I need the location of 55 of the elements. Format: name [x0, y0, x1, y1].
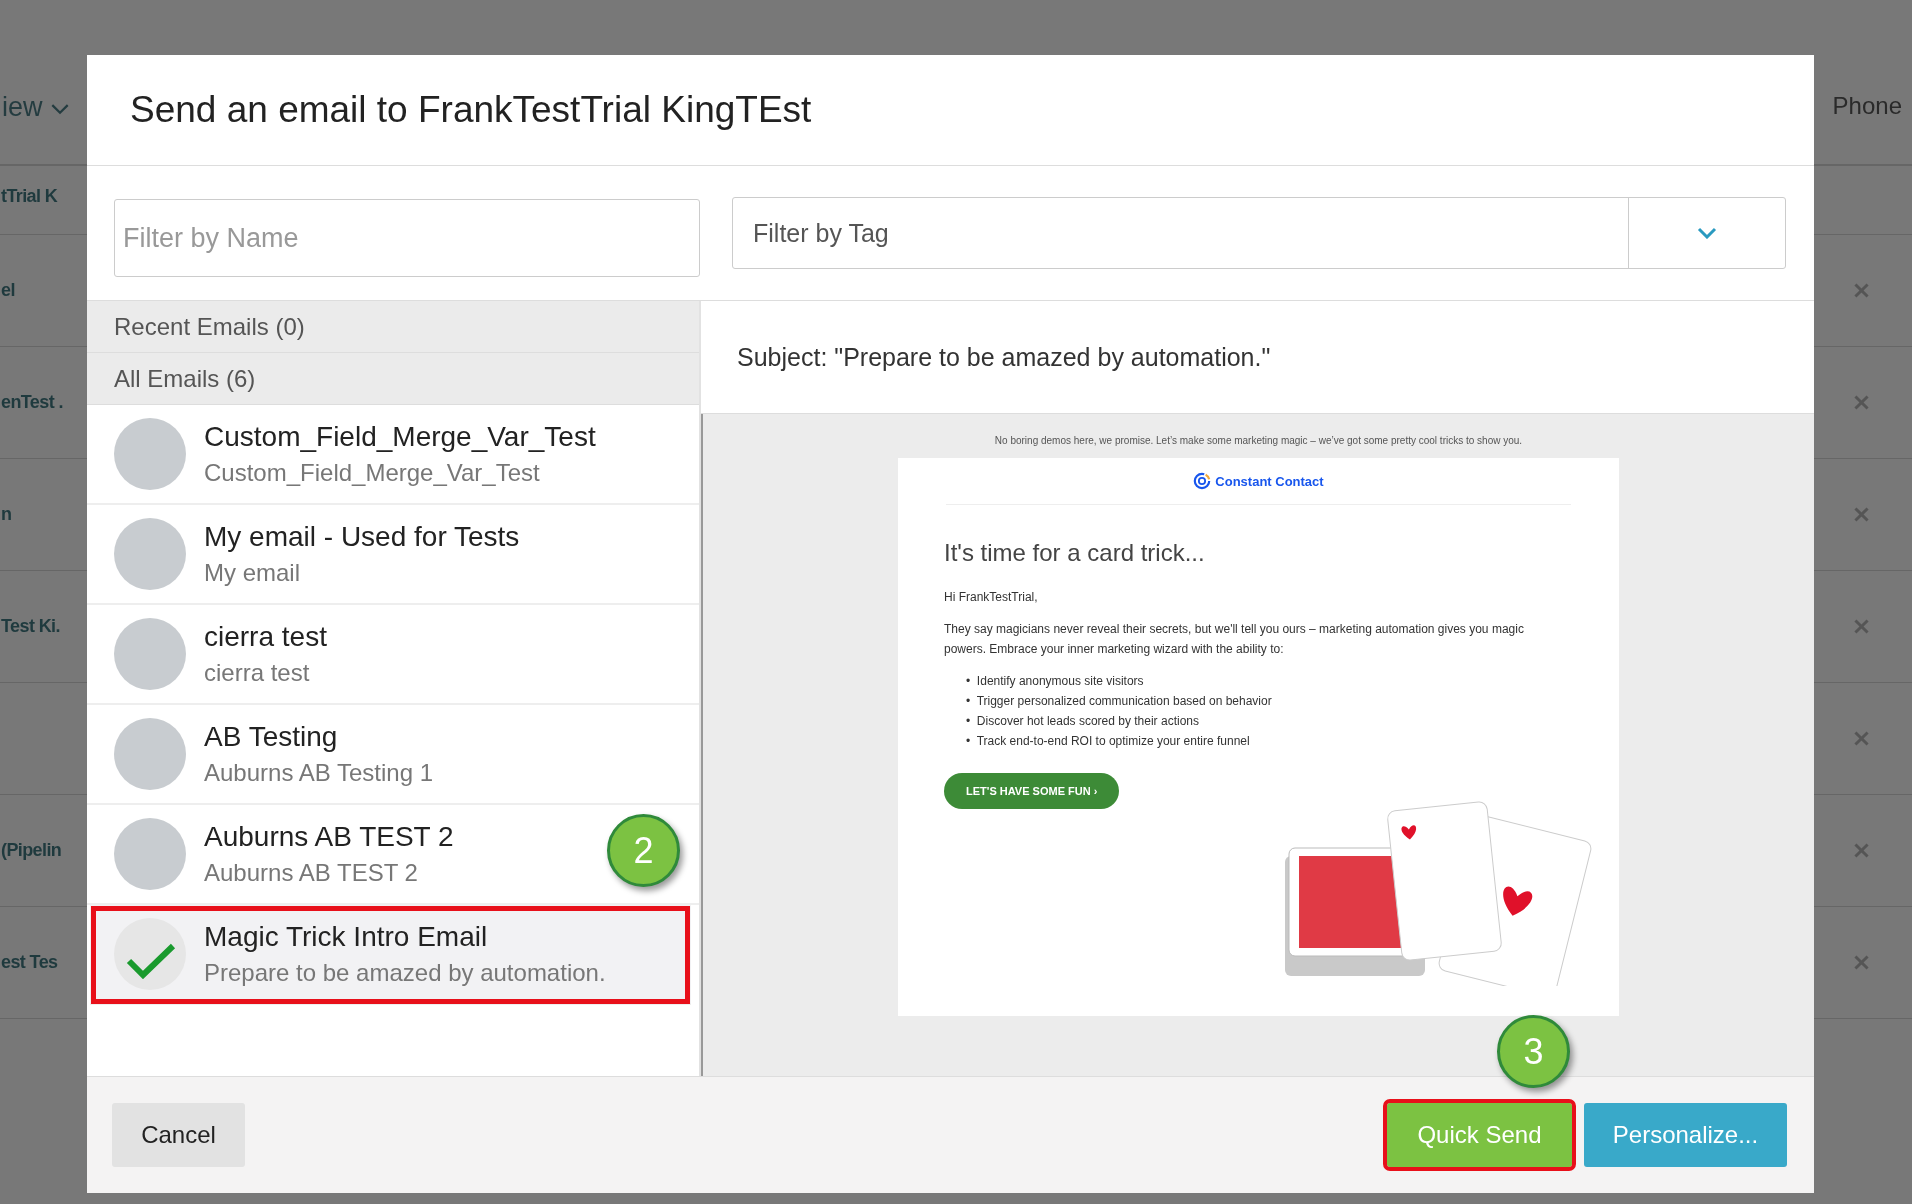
bullet-item: • Trigger personalized communication based on behavior — [966, 693, 1272, 710]
column-header: Phone — [1832, 92, 1902, 120]
step-badge: 2 — [607, 814, 680, 887]
section-header[interactable]: All Emails (6) — [87, 353, 699, 405]
email-subtitle: Custom_Field_Merge_Var_Test — [204, 459, 541, 487]
close-icon[interactable] — [1853, 282, 1870, 299]
close-icon[interactable] — [1853, 954, 1870, 971]
chevron-icon — [50, 104, 69, 115]
contact-name: enTest . — [1, 392, 63, 413]
tag-filter-dropdown[interactable]: Filter by Tag — [732, 197, 1786, 269]
body-text: They say magicians never reveal their secrets, but we'll tell you ours – marketing automation gives you magic powers. Embrace your inner marketing wizard with the ability to: — [944, 621, 1525, 658]
section-header[interactable]: Recent Emails (0) — [87, 301, 699, 353]
email-title: Magic Trick Intro Email — [204, 921, 489, 953]
preheader-text: No boring demos here, we promise. Let’s make some marketing magic – we’ve got some pretty cool tricks to show you. — [994, 435, 1523, 446]
chevron-icon — [1697, 227, 1717, 239]
email-title: My email - Used for Tests — [204, 521, 520, 553]
brand-name: Constant Contact — [1215, 473, 1324, 489]
contact-name: n — [1, 504, 12, 525]
email-subtitle: Auburns AB Testing 1 — [204, 759, 434, 787]
bullet-item: • Track end-to-end ROI to optimize your entire funnel — [966, 733, 1251, 750]
cancel-button[interactable]: Cancel — [112, 1103, 245, 1167]
column-header: iew — [2, 92, 43, 123]
email-item[interactable]: Custom_Field_Merge_Var_Test Custom_Field_Merge_Var_Test — [87, 405, 699, 505]
email-item[interactable]: My email - Used for Tests My email — [87, 505, 699, 605]
email-item[interactable]: AB Testing Auburns AB Testing 1 — [87, 705, 699, 805]
contact-name: tTrial K — [1, 186, 58, 207]
greeting-text: Hi FrankTestTrial, — [944, 589, 1038, 606]
email-subtitle: cierra test — [204, 659, 311, 687]
dialog-title: Send an email to FrankTestTrial KingTEst — [130, 89, 812, 131]
logo-icon — [1193, 472, 1212, 490]
email-subtitle: My email — [204, 559, 301, 587]
email-item[interactable]: Magic Trick Intro Email Prepare to be amazed by automation. — [90, 905, 691, 1005]
contact-name: el — [1, 280, 15, 301]
bullet-item: • Identify anonymous site visitors — [966, 673, 1145, 690]
close-icon[interactable] — [1853, 618, 1870, 635]
close-icon[interactable] — [1853, 730, 1870, 747]
contact-name: (Pipelin — [1, 840, 62, 861]
subject-line: Subject: "Prepare to be amazed by automation." — [737, 342, 1271, 372]
contact-name: est Tes — [1, 952, 58, 973]
checkmark-icon — [126, 943, 176, 979]
close-icon[interactable] — [1853, 506, 1870, 523]
email-subtitle: Prepare to be amazed by automation. — [204, 959, 606, 987]
email-subtitle: Auburns AB TEST 2 — [204, 859, 419, 887]
name-filter-field[interactable]: Filter by Name — [114, 199, 700, 277]
bullet-item: • Discover hot leads scored by their actions — [966, 713, 1200, 730]
contact-name: Test Ki. — [1, 616, 60, 637]
close-icon[interactable] — [1853, 842, 1870, 859]
cta-button[interactable]: LET'S HAVE SOME FUN › — [944, 773, 1120, 809]
email-title: cierra test — [204, 621, 327, 653]
email-heading: It's time for a card trick... — [944, 539, 1205, 567]
email-title: AB Testing — [204, 721, 339, 753]
email-title: Custom_Field_Merge_Var_Test — [204, 421, 596, 453]
close-icon[interactable] — [1853, 394, 1870, 411]
email-title: Auburns AB TEST 2 — [204, 821, 454, 853]
email-item[interactable]: cierra test cierra test — [87, 605, 699, 705]
